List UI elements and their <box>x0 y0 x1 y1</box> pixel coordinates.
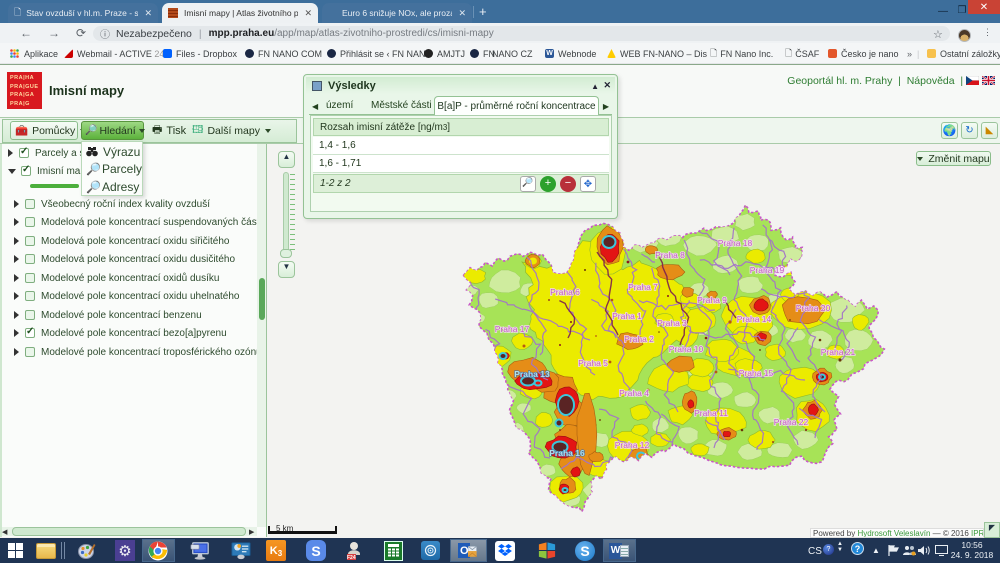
svg-text:Praha 11: Praha 11 <box>694 408 728 418</box>
svg-text:Praha 3: Praha 3 <box>657 318 687 328</box>
svg-text:F24: F24 <box>347 555 356 560</box>
svg-text:Praha 7: Praha 7 <box>628 282 658 292</box>
svg-text:Praha 16: Praha 16 <box>549 448 585 458</box>
svg-text:Praha 18: Praha 18 <box>718 238 753 248</box>
svg-text:Praha 4: Praha 4 <box>619 388 649 398</box>
svg-text:Praha 5: Praha 5 <box>578 358 608 368</box>
svg-text:Praha 17: Praha 17 <box>495 324 530 334</box>
svg-text:Praha 8: Praha 8 <box>655 250 685 260</box>
svg-text:Praha 21: Praha 21 <box>821 347 856 357</box>
svg-text:Praha 13: Praha 13 <box>514 369 550 379</box>
svg-text:Praha 6: Praha 6 <box>550 287 580 297</box>
svg-text:Praha 20: Praha 20 <box>796 303 831 313</box>
svg-text:Praha 14: Praha 14 <box>737 314 772 324</box>
svg-text:Praha 1: Praha 1 <box>612 311 642 321</box>
svg-text:Praha 2: Praha 2 <box>624 334 654 344</box>
svg-text:Praha 9: Praha 9 <box>697 295 727 305</box>
svg-text:Praha 19: Praha 19 <box>750 265 785 275</box>
svg-text:Praha 12: Praha 12 <box>615 440 650 450</box>
svg-text:Praha 15: Praha 15 <box>739 368 774 378</box>
svg-text:Praha 10: Praha 10 <box>669 344 704 354</box>
svg-text:Praha 22: Praha 22 <box>774 417 809 427</box>
